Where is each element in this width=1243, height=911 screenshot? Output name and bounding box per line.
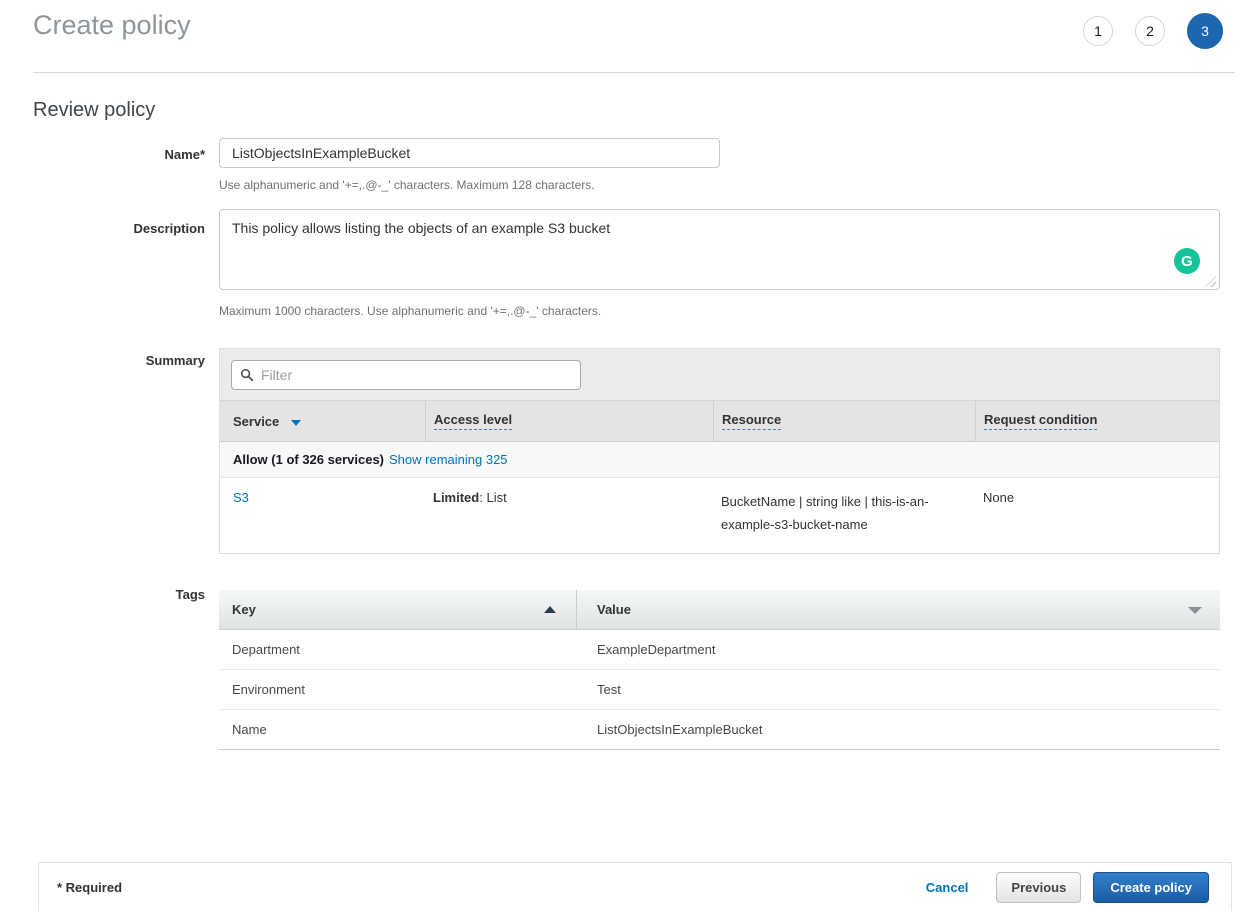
wizard-steps: 1 2 3 [1083,13,1223,49]
create-policy-button[interactable]: Create policy [1093,872,1209,903]
summary-label: Summary [33,353,205,368]
column-header-request-condition[interactable]: Request condition [975,401,1219,441]
summary-panel: Service Access level Resource Request co… [219,348,1220,554]
step-2[interactable]: 2 [1135,16,1165,46]
tags-table-header: Key Value [219,590,1220,630]
tag-value-cell: Test [577,682,1220,697]
s3-service-link[interactable]: S3 [233,490,249,505]
policy-name-input[interactable] [219,138,720,168]
sort-descending-icon [291,420,301,426]
page-title: Create policy [33,10,191,41]
summary-filter-band [220,349,1219,400]
name-help-text: Use alphanumeric and '+=,.@-_' character… [219,178,595,192]
column-header-access-level[interactable]: Access level [425,401,713,441]
column-header-value[interactable]: Value [577,590,1220,629]
tag-row-environment: Environment Test [219,670,1220,710]
request-condition-cell: None [975,490,1219,537]
footer-actions: Cancel Previous Create policy [926,872,1209,903]
tag-row-department: Department ExampleDepartment [219,630,1220,670]
step-3-active[interactable]: 3 [1187,13,1223,49]
sort-ascending-icon [544,606,556,613]
name-label: Name* [33,147,205,162]
tag-key-cell: Name [219,722,577,737]
required-note: * Required [57,880,122,895]
summary-table-header: Service Access level Resource Request co… [220,400,1219,442]
review-policy-heading: Review policy [33,99,155,122]
tag-row-name: Name ListObjectsInExampleBucket [219,710,1220,750]
grammarly-icon[interactable]: G [1174,248,1200,274]
column-header-key[interactable]: Key [219,590,577,629]
resource-cell: BucketName | string like | this-is-an-ex… [713,490,975,537]
search-icon [240,368,254,382]
description-help-text: Maximum 1000 characters. Use alphanumeri… [219,304,601,318]
allow-group-row: Allow (1 of 326 services) Show remaining… [220,442,1219,478]
tag-key-cell: Department [219,642,577,657]
header-divider [33,72,1235,73]
create-policy-page: Create policy 1 2 3 Review policy Name * … [0,0,1243,911]
step-1[interactable]: 1 [1083,16,1113,46]
table-row-s3: S3 Limited: List BucketName | string lik… [220,478,1219,553]
footer-bar: * Required Cancel Previous Create policy [38,862,1232,911]
policy-description-textarea[interactable]: This policy allows listing the objects o… [219,209,1220,290]
tags-table: Key Value Department ExampleDepartment E… [219,590,1220,750]
tag-key-cell: Environment [219,682,577,697]
previous-button[interactable]: Previous [996,872,1081,903]
summary-filter-input[interactable] [231,360,581,390]
show-remaining-link[interactable]: Show remaining 325 [389,452,508,467]
tag-value-cell: ListObjectsInExampleBucket [577,722,1220,737]
tags-label: Tags [33,587,205,602]
access-level-cell: Limited: List [425,490,713,537]
cancel-button[interactable]: Cancel [926,880,969,895]
filter-dropdown-icon[interactable] [1188,607,1202,614]
column-header-resource[interactable]: Resource [713,401,975,441]
tag-value-cell: ExampleDepartment [577,642,1220,657]
description-label: Description [33,221,205,236]
column-header-service[interactable]: Service [220,414,425,429]
allow-services-count: Allow (1 of 326 services) [233,452,384,467]
